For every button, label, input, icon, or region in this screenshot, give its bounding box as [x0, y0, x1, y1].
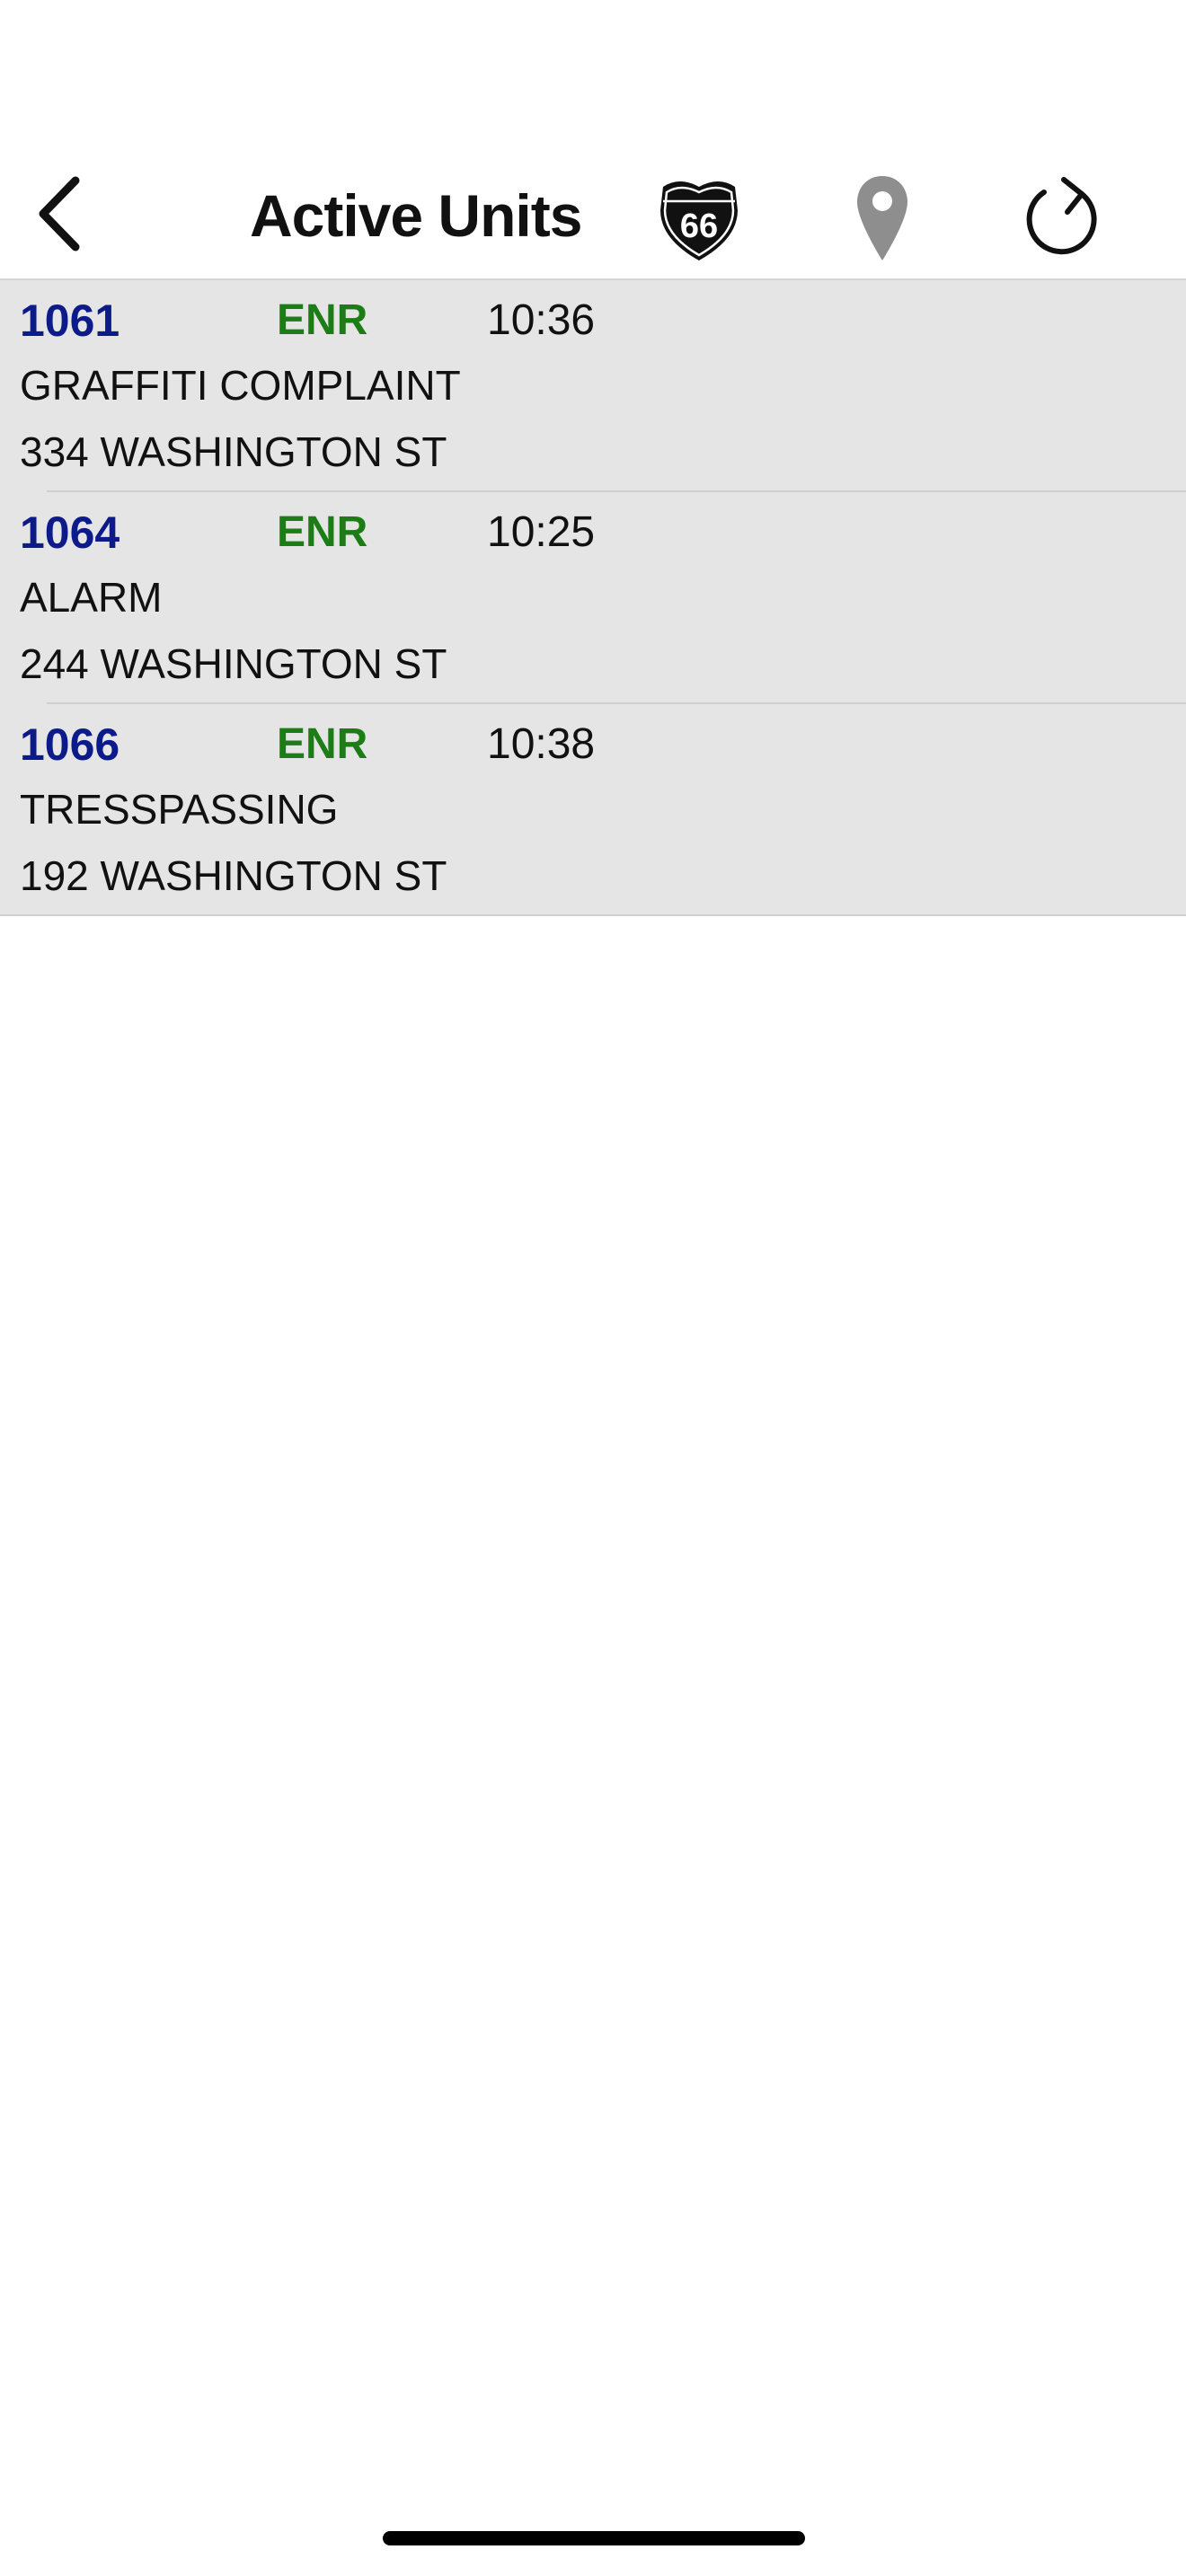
unit-time: 10:38 [487, 720, 596, 768]
unit-address: 192 WASHINGTON ST [20, 852, 447, 899]
unit-time: 10:36 [487, 296, 596, 344]
status-bar [0, 0, 1186, 153]
route-shield-number: 66 [680, 207, 718, 245]
active-units-list: 1061 ENR 10:36 GRAFFITI COMPLAINT 334 WA… [0, 278, 1186, 916]
unit-call-type: TRESSPASSING [20, 786, 339, 833]
location-button[interactable] [836, 167, 929, 271]
refresh-button[interactable] [1010, 167, 1114, 271]
unit-status: ENR [277, 508, 368, 556]
unit-status: ENR [277, 720, 368, 768]
unit-address: 244 WASHINGTON ST [20, 640, 447, 687]
back-button[interactable] [16, 169, 106, 259]
page-title: Active Units [250, 182, 582, 249]
map-pin-icon [857, 176, 907, 260]
navigation-bar: Active Units 66 [0, 153, 1186, 278]
unit-call-type: ALARM [20, 574, 163, 621]
route-66-shield-icon: 66 [660, 181, 738, 260]
home-indicator [383, 2531, 805, 2545]
unit-id: 1061 [20, 296, 120, 346]
unit-row[interactable]: 1064 ENR 10:25 ALARM 244 WASHINGTON ST [0, 492, 1186, 704]
chevron-left-icon [39, 176, 80, 251]
unit-row[interactable]: 1066 ENR 10:38 TRESSPASSING 192 WASHINGT… [0, 704, 1186, 916]
route-map-button[interactable]: 66 [649, 169, 749, 269]
unit-row[interactable]: 1061 ENR 10:36 GRAFFITI COMPLAINT 334 WA… [0, 280, 1186, 492]
unit-time: 10:25 [487, 508, 596, 556]
unit-id: 1064 [20, 507, 120, 558]
unit-call-type: GRAFFITI COMPLAINT [20, 362, 461, 409]
refresh-icon [1026, 177, 1097, 255]
unit-id: 1066 [20, 719, 120, 770]
row-separator [0, 914, 1186, 916]
unit-status: ENR [277, 296, 368, 344]
unit-address: 334 WASHINGTON ST [20, 428, 447, 475]
